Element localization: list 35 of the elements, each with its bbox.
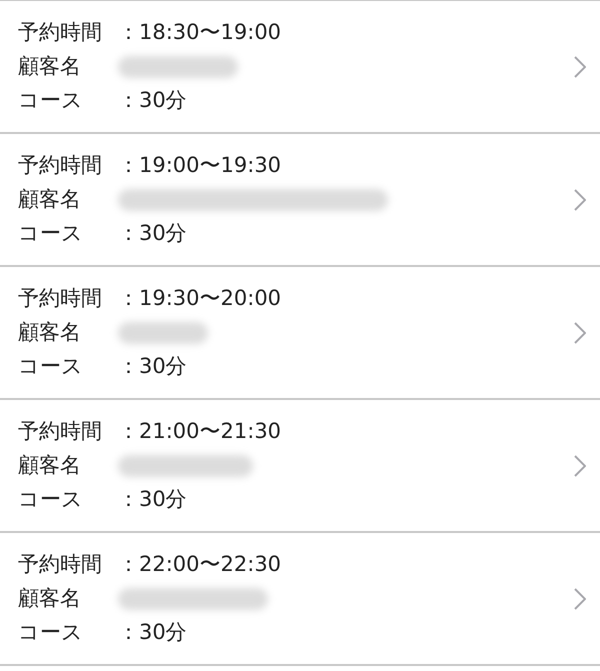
course-value: ：30分 (118, 619, 187, 646)
course-label: コース (18, 220, 84, 247)
time-label: 予約時間 (18, 152, 103, 179)
time-value: ：21:00〜21:30 (118, 418, 282, 445)
time-value: ：19:00〜19:30 (118, 152, 282, 179)
time-value: ：22:00〜22:30 (118, 551, 282, 578)
chevron-right-icon (574, 454, 586, 476)
customer-label: 顧客名 (18, 53, 82, 80)
chevron-right-icon (574, 588, 586, 610)
chevron-right-icon (574, 322, 586, 344)
time-label: 予約時間 (18, 285, 103, 312)
time-label: 予約時間 (18, 551, 103, 578)
reservation-row[interactable]: 予約時間 ：19:30〜20:00 顧客名 コース ：30分 (0, 267, 600, 400)
course-value: ：30分 (118, 220, 187, 247)
time-value: ：18:30〜19:00 (118, 19, 282, 46)
time-label: 予約時間 (18, 418, 103, 445)
time-value: ：19:30〜20:00 (118, 285, 282, 312)
course-label: コース (18, 619, 84, 646)
reservation-row[interactable]: 予約時間 ：19:00〜19:30 顧客名 コース ：30分 (0, 134, 600, 267)
course-label: コース (18, 486, 84, 513)
chevron-right-icon (574, 188, 586, 210)
customer-label: 顧客名 (18, 319, 82, 346)
customer-label: 顧客名 (18, 452, 82, 479)
reservation-row[interactable]: 予約時間 ：21:00〜21:30 顧客名 コース ：30分 (0, 400, 600, 533)
course-label: コース (18, 353, 84, 380)
course-value: ：30分 (118, 87, 187, 114)
course-value: ：30分 (118, 486, 187, 513)
reservation-row[interactable]: 予約時間 ：22:00〜22:30 顧客名 コース ：30分 (0, 533, 600, 666)
course-label: コース (18, 87, 84, 114)
course-value: ：30分 (118, 353, 187, 380)
customer-label: 顧客名 (18, 186, 82, 213)
customer-label: 顧客名 (18, 585, 82, 612)
chevron-right-icon (574, 56, 586, 78)
reservation-row[interactable]: 予約時間 ：18:30〜19:00 顧客名 コース ：30分 (0, 1, 600, 134)
time-label: 予約時間 (18, 19, 103, 46)
